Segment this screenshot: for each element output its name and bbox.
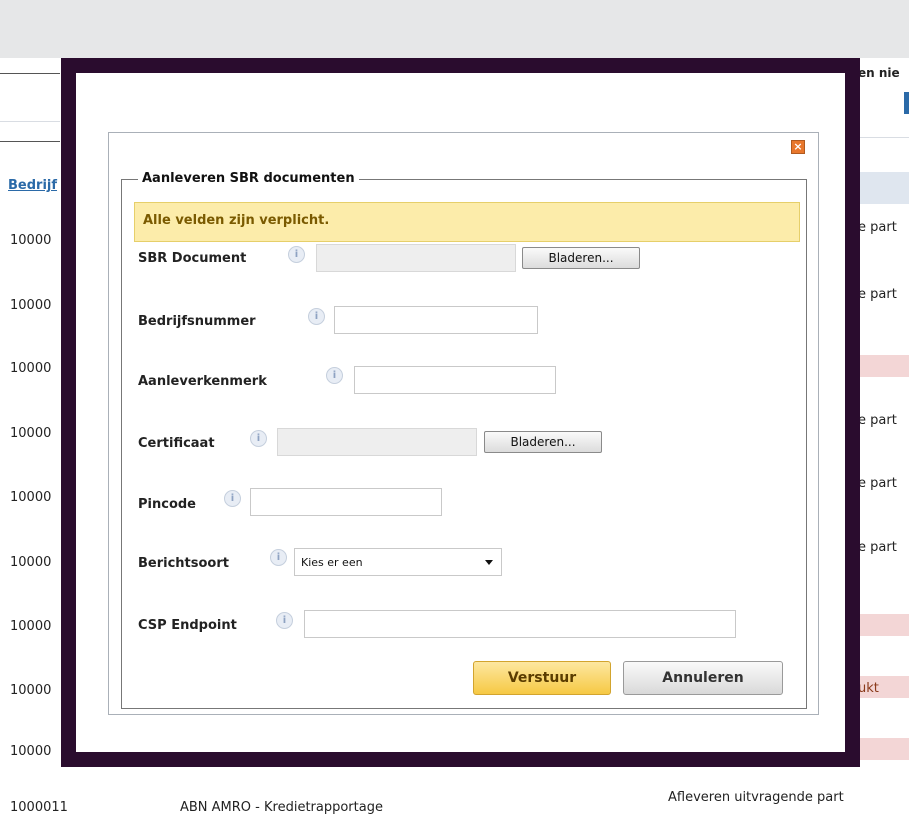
divider (0, 121, 60, 122)
divider (0, 141, 60, 142)
bedrijfsnummer-label: Bedrijfsnummer (138, 314, 256, 329)
table-row-id: 10000 (10, 298, 52, 313)
table-row-id: 10000 (10, 490, 52, 505)
table-row-type: e part (858, 287, 897, 302)
table-row-type: ukt (858, 681, 879, 696)
info-icon[interactable]: i (270, 549, 287, 566)
sbr-document-label: SBR Document (138, 251, 247, 266)
table-row-type: e part (858, 220, 897, 235)
aanleverkenmerk-input[interactable] (354, 366, 556, 394)
table-row-name: ABN AMRO - Kredietrapportage (180, 800, 383, 815)
aanleverkenmerk-label: Aanleverkenmerk (138, 374, 267, 389)
required-notice: Alle velden zijn verplicht. (134, 202, 800, 242)
sbr-document-browse-button[interactable]: Bladeren... (522, 247, 640, 269)
column-header-bedrijf[interactable]: Bedrijf (8, 178, 57, 193)
top-band (0, 0, 909, 58)
table-row-id: 10000 (10, 683, 52, 698)
csp-endpoint-input[interactable] (304, 610, 736, 638)
upload-form: Aanleveren SBR documenten Alle velden zi… (121, 171, 807, 709)
csp-endpoint-label: CSP Endpoint (138, 618, 237, 633)
table-row-id: 10000 (10, 426, 52, 441)
table-row-id: 10000 (10, 555, 52, 570)
certificaat-browse-button[interactable]: Bladeren... (484, 431, 602, 453)
background-button-edge[interactable] (904, 92, 909, 114)
table-row-type: Afleveren uitvragende part (668, 790, 844, 805)
info-icon[interactable]: i (224, 490, 241, 507)
info-icon[interactable]: i (326, 367, 343, 384)
chevron-down-icon (485, 560, 493, 565)
background-header-text: en nie (858, 66, 900, 80)
table-row-id: 10000 (10, 233, 52, 248)
table-row-type: e part (858, 540, 897, 555)
table-row-type: e part (858, 413, 897, 428)
berichtsoort-label: Berichtsoort (138, 556, 229, 571)
form-legend: Aanleveren SBR documenten (138, 171, 359, 186)
info-icon[interactable]: i (288, 246, 305, 263)
table-row-id: 10000 (10, 619, 52, 634)
divider (854, 137, 909, 138)
certificaat-label: Certificaat (138, 436, 215, 451)
table-row-id: 10000 (10, 361, 52, 376)
submit-button[interactable]: Verstuur (473, 661, 611, 695)
bedrijfsnummer-input[interactable] (334, 306, 538, 334)
table-row-type: e part (858, 476, 897, 491)
certificaat-path[interactable] (277, 428, 477, 456)
row-highlight (854, 738, 909, 760)
berichtsoort-select[interactable]: Kies er een (294, 548, 502, 576)
info-icon[interactable]: i (250, 430, 267, 447)
info-icon[interactable]: i (276, 612, 293, 629)
row-highlight (854, 614, 909, 636)
sbr-document-path[interactable] (316, 244, 516, 272)
background-table-header (854, 172, 909, 204)
close-icon[interactable]: × (791, 140, 805, 154)
berichtsoort-selected: Kies er een (301, 556, 363, 569)
upload-dialog: × Aanleveren SBR documenten Alle velden … (108, 132, 819, 715)
pincode-input[interactable] (250, 488, 442, 516)
pincode-label: Pincode (138, 497, 196, 512)
cancel-button[interactable]: Annuleren (623, 661, 783, 695)
divider (0, 73, 60, 74)
row-highlight (854, 355, 909, 377)
info-icon[interactable]: i (308, 308, 325, 325)
table-row-id: 1000011 (10, 800, 68, 815)
table-row-id: 10000 (10, 744, 52, 759)
